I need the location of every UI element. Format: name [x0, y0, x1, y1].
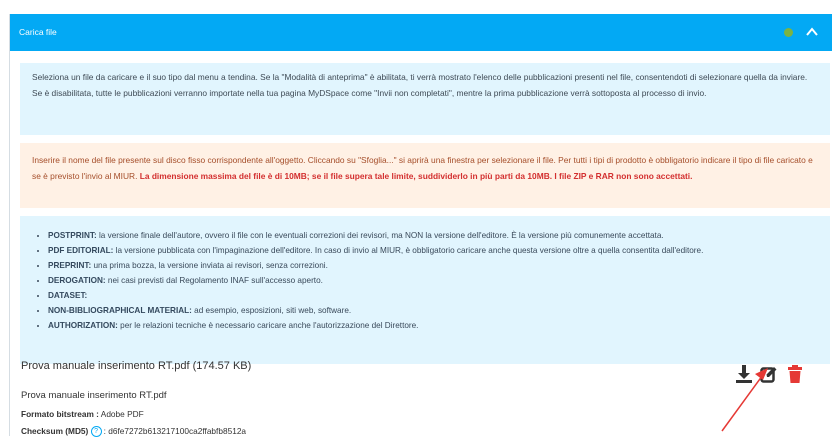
type-item-derogation: DEROGATION: nei casi previsti dal Regola… [48, 273, 818, 288]
type-name: PDF EDITORIAL: [48, 246, 114, 255]
type-name: DEROGATION: [48, 276, 106, 285]
type-item-preprint: PREPRINT: una prima bozza, la versione i… [48, 258, 818, 273]
download-icon[interactable] [735, 364, 753, 384]
info-preview-text: Seleziona un file da caricare e il suo t… [32, 72, 808, 98]
type-desc: la versione finale dell'autore, ovvero i… [96, 231, 664, 240]
file-name: Prova manuale inserimento RT.pdf [21, 390, 167, 401]
type-desc: la versione pubblicata con l'impaginazio… [113, 246, 704, 255]
type-name: AUTHORIZATION: [48, 321, 118, 330]
format-value: Adobe PDF [100, 409, 144, 419]
type-name: PREPRINT: [48, 261, 92, 270]
type-item-dataset: DATASET: [48, 288, 818, 303]
type-name: DATASET: [48, 291, 88, 300]
help-icon[interactable]: ? [90, 426, 102, 437]
file-checksum-row: Checksum (MD5) ?: d6fe7272b613217100ca2f… [21, 426, 246, 437]
file-types-box: POSTPRINT: la versione finale dell'autor… [20, 216, 830, 364]
type-name: POSTPRINT: [48, 231, 97, 240]
file-format-row: Formato bitstream : Adobe PDF [21, 409, 144, 419]
trash-icon[interactable] [786, 364, 804, 384]
upload-panel: Carica file Seleziona un file da caricar… [9, 14, 832, 436]
edit-icon[interactable] [760, 364, 778, 384]
info-upload-warning-box: Inserire il nome del file presente sul d… [20, 143, 830, 208]
info-preview-box: Seleziona un file da caricare e il suo t… [20, 63, 830, 135]
size-limit-warning: La dimensione massima del file è di 10MB… [139, 171, 693, 181]
checksum-label: Checksum (MD5) [21, 426, 89, 436]
panel-title: Carica file [19, 27, 57, 37]
type-item-non-bibliographical: NON-BIBLIOGRAPHICAL MATERIAL: ad esempio… [48, 303, 818, 318]
type-desc: per le relazioni tecniche è necessario c… [117, 321, 419, 330]
format-label: Formato bitstream : [21, 409, 99, 419]
type-name: NON-BIBLIOGRAPHICAL MATERIAL: [48, 306, 192, 315]
file-title: Prova manuale inserimento RT.pdf (174.57… [21, 360, 252, 372]
type-item-pdf-editorial: PDF EDITORIAL: la versione pubblicata co… [48, 243, 818, 258]
type-desc: una prima bozza, la versione inviata ai … [91, 261, 328, 270]
status-dot [784, 28, 793, 37]
type-item-postprint: POSTPRINT: la versione finale dell'autor… [48, 228, 818, 243]
file-types-list: POSTPRINT: la versione finale dell'autor… [32, 228, 818, 333]
type-desc: nei casi previsti dal Regolamento INAF s… [105, 276, 323, 285]
type-desc: ad esempio, esposizioni, siti web, softw… [191, 306, 352, 315]
chevron-up-icon[interactable] [804, 24, 820, 40]
checksum-value: : d6fe7272b613217100ca2ffabfb8512a [103, 426, 247, 436]
type-item-authorization: AUTHORIZATION: per le relazioni tecniche… [48, 318, 818, 333]
panel-header[interactable]: Carica file [10, 14, 832, 51]
